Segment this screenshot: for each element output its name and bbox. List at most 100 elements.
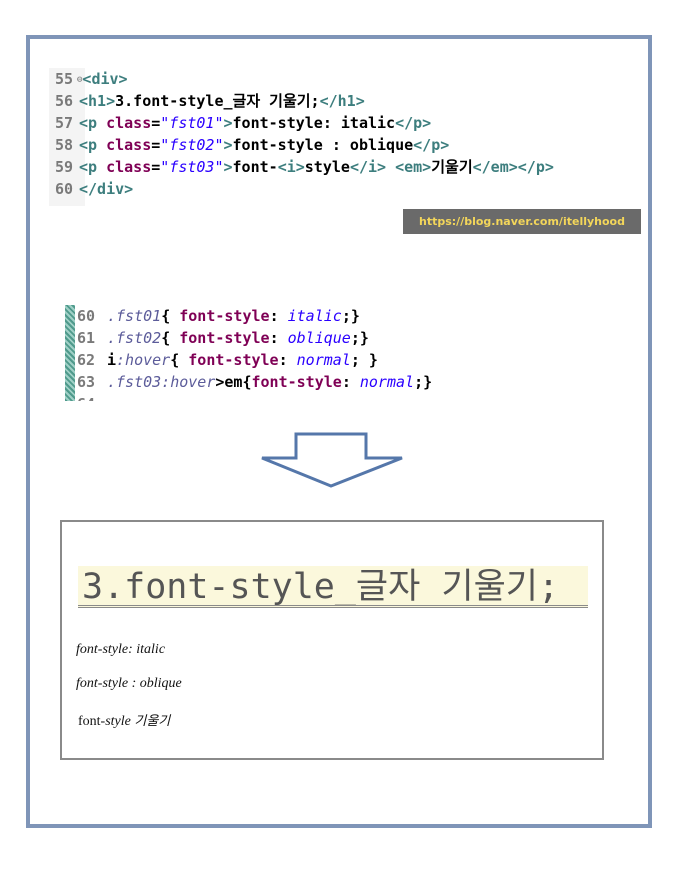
css-line-60: 60 .fst01{ font-style: italic;} xyxy=(77,305,360,327)
css-plainsel-token: i xyxy=(107,351,117,369)
html-str-token: "fst03" xyxy=(160,158,224,176)
css-punc-token: { xyxy=(161,329,180,347)
html-tag-token: </em></p> xyxy=(472,158,554,176)
code-line-56: 56 <h1>3.font-style_글자 기울기;</h1> xyxy=(49,90,365,112)
css-punc-token: : xyxy=(269,329,288,347)
code-line-59: 59 <p class="fst03">font-<i>style</i> <em… xyxy=(49,156,554,178)
css-prop-token: font-style xyxy=(179,329,270,347)
html-tag-token: <p xyxy=(79,114,107,132)
css-val-token: italic xyxy=(287,307,342,325)
result-paragraph-mixed: font-style 기울기 xyxy=(78,710,170,730)
html-attr-token: class xyxy=(106,114,152,132)
css-punc-token: : xyxy=(269,307,288,325)
result-paragraph-oblique: font-style : oblique xyxy=(76,676,182,691)
code-tokens: <h1>3.font-style_글자 기울기;</h1> xyxy=(79,92,365,110)
line-number: 60 xyxy=(55,180,74,198)
html-txt-token: 기울기 xyxy=(431,158,473,176)
line-number: 63 xyxy=(77,373,96,391)
html-tag-token: </i> xyxy=(349,158,387,176)
html-txt-token: font- xyxy=(232,158,278,176)
css-tokens: .fst03:hover>em{font-style: normal;} xyxy=(107,373,432,391)
code-line-58: 58 <p class="fst02">font-style : oblique<… xyxy=(49,134,449,156)
line-number: 62 xyxy=(77,351,96,369)
css-sel-token: .fst02 xyxy=(107,329,162,347)
code-line-60: 60 </div> xyxy=(49,178,133,200)
html-str-token: "fst02" xyxy=(160,136,224,154)
line-number: 64 xyxy=(77,393,107,401)
html-tag-token: </p> xyxy=(395,114,432,132)
line-number: 58 xyxy=(55,136,74,154)
html-txt-token: 3.font-style_글자 기울기; xyxy=(115,92,320,110)
css-tokens: i:hover{ font-style: normal; } xyxy=(107,351,378,369)
html-attr-token: class xyxy=(106,158,152,176)
p3-em-text[interactable]: 기울기 xyxy=(134,714,170,729)
code-tokens: </div> xyxy=(79,180,133,198)
css-code-block: 60 .fst01{ font-style: italic;} 61 .fst02{… xyxy=(65,305,515,401)
css-punc-token: { xyxy=(161,307,180,325)
html-tag-token: <i> xyxy=(277,158,305,176)
code-tokens: <p class="fst01">font-style: italic</p> xyxy=(79,114,431,132)
code-tokens: <p class="fst03">font-<i>style</i> <em>기… xyxy=(79,158,554,176)
css-line-62: 62 i:hover{ font-style: normal; } xyxy=(77,349,378,371)
html-txt-token xyxy=(386,158,395,176)
css-sel-token: :hover xyxy=(116,351,171,369)
css-prop-token: font-style xyxy=(188,351,279,369)
editor-marker-strip xyxy=(65,305,75,401)
css-line-61: 61 .fst02{ font-style: oblique;} xyxy=(77,327,369,349)
line-number: 61 xyxy=(77,329,96,347)
html-txt-token: style xyxy=(304,158,350,176)
css-prop-token: font-style xyxy=(251,373,342,391)
css-line-64: 64 xyxy=(77,393,107,401)
html-tag-token: > xyxy=(223,136,233,154)
html-txt-token: = xyxy=(151,158,161,176)
html-tag-token: </h1> xyxy=(319,92,365,110)
line-number: 55 xyxy=(55,70,74,88)
css-line-63: 63 .fst03:hover>em{font-style: normal;} xyxy=(77,371,432,393)
css-tokens: .fst01{ font-style: italic;} xyxy=(107,307,360,325)
html-tag-token: <p xyxy=(79,136,107,154)
css-plainsel-token: >em xyxy=(215,373,243,391)
code-tokens: <p class="fst02">font-style : oblique</p… xyxy=(79,136,449,154)
down-arrow-icon xyxy=(261,432,403,488)
line-number: 59 xyxy=(55,158,74,176)
css-prop-token: font-style xyxy=(179,307,270,325)
html-txt-token: font-style: italic xyxy=(232,114,396,132)
css-punc-token: ;} xyxy=(414,373,433,391)
css-val-token: normal xyxy=(359,373,415,391)
css-val-token: normal xyxy=(296,351,351,369)
css-sel-token: .fst01 xyxy=(107,307,162,325)
html-tag-token: <h1> xyxy=(79,92,116,110)
html-tag-token: <em> xyxy=(395,158,432,176)
html-tag-token: <p xyxy=(79,158,107,176)
result-heading: 3.font-style_글자 기울기; xyxy=(78,566,588,608)
code-tokens: <div> xyxy=(82,70,127,88)
result-paragraph-italic: font-style: italic xyxy=(76,642,166,657)
html-attr-token: class xyxy=(106,136,152,154)
rendered-result-panel: 3.font-style_글자 기울기; font-style: italic … xyxy=(60,520,604,760)
css-punc-token: : xyxy=(341,373,360,391)
code-line-55: 55 ⊖<div> xyxy=(49,68,128,90)
p3-prefix: font- xyxy=(78,714,106,729)
css-punc-token: ;} xyxy=(350,329,369,347)
html-txt-token: = xyxy=(151,114,161,132)
html-txt-token: font-style : oblique xyxy=(232,136,414,154)
css-tokens: .fst02{ font-style: oblique;} xyxy=(107,329,369,347)
html-txt-token: = xyxy=(151,136,161,154)
html-tag-token: > xyxy=(223,114,233,132)
line-number: 57 xyxy=(55,114,74,132)
html-str-token: "fst01" xyxy=(160,114,224,132)
html-tag-token: </div> xyxy=(79,180,134,198)
css-punc-token: ; } xyxy=(350,351,378,369)
p3-italic-style[interactable]: style xyxy=(105,714,131,729)
html-code-block: 55 ⊖<div> 56 <h1>3.font-style_글자 기울기;</h1>… xyxy=(49,68,639,206)
css-sel-token: .fst03:hover xyxy=(107,373,216,391)
html-tag-token: </p> xyxy=(413,136,450,154)
code-line-57: 57 <p class="fst01">font-style: italic</p… xyxy=(49,112,431,134)
html-tag-token: <div> xyxy=(82,70,128,88)
css-val-token: oblique xyxy=(287,329,351,347)
css-punc-token: ;} xyxy=(341,307,360,325)
blog-url-watermark: https://blog.naver.com/itellyhood xyxy=(403,209,641,234)
html-tag-token: > xyxy=(223,158,233,176)
css-punc-token: { xyxy=(170,351,189,369)
css-punc-token: : xyxy=(278,351,297,369)
